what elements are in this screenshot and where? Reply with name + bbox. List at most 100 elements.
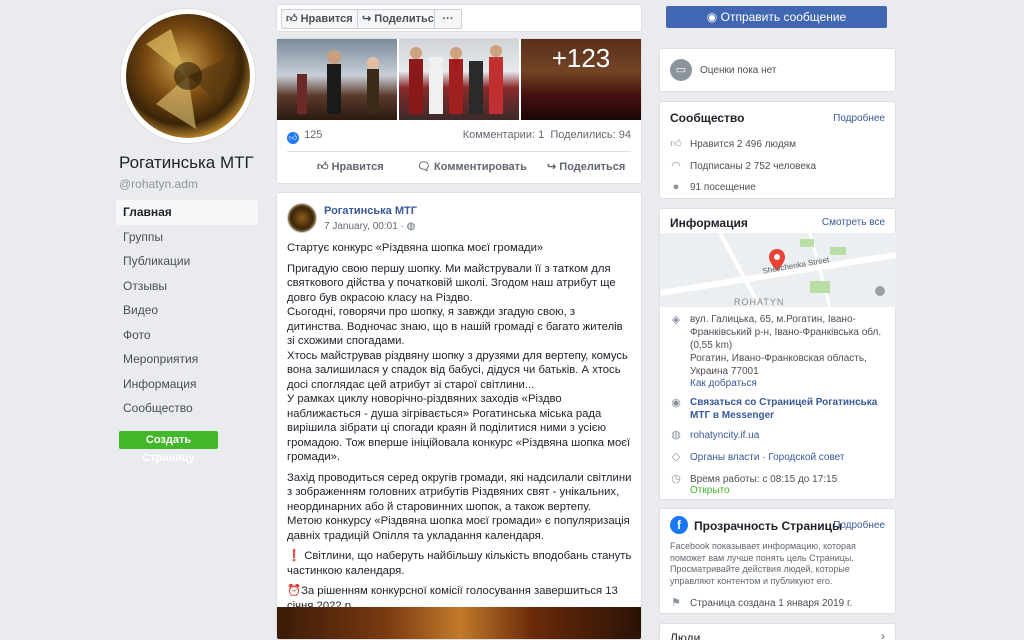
transparency-more-link[interactable]: Подробнее [833,520,885,531]
post-paragraph: Стартує конкурс «Різдвяна шопка моєї гро… [287,242,544,254]
post-paragraph: Пригадую свою першу шопку. Ми майструвал… [287,262,631,464]
location-map[interactable]: Shevchenka Street ROHATYN [660,233,896,307]
address-text: вул. Галицька, 65, м.Рогатин, Івано-Фран… [690,314,882,377]
created-row: ⚑ Страница создана 1 января 2019 г. [670,596,852,609]
checkin-icon: ● [672,181,680,193]
shares-count[interactable]: Поделились: 94 [550,129,631,141]
like-page-button[interactable]: 👍︎ Нравится [281,9,360,29]
nav-item-posts[interactable]: Публикации [116,249,258,274]
post-image[interactable] [277,607,641,639]
page-name: Рогатинська МТГ [119,153,254,172]
nav-item-groups[interactable]: Группы [116,225,258,250]
share-icon: ↪ [547,161,557,173]
comments-count[interactable]: Комментарии: 1 [463,129,545,141]
community-title: Сообщество [670,111,745,125]
like-post-label: Нравится [331,161,384,173]
share-post-button[interactable]: ↪ Поделиться [547,160,625,173]
page-nav: Главная Группы Публикации Отзывы Видео Ф… [116,200,258,421]
likes-row: 👍︎ Нравится 2 496 людям [670,137,796,150]
share-page-label: Поделиться [374,13,441,25]
facebook-icon: f [670,516,688,534]
rating-icon: ▭ [670,59,692,81]
photo-3-more[interactable]: +123 [521,39,641,120]
post-author[interactable]: Рогатинська МТГ [324,205,417,217]
nav-item-reviews[interactable]: Отзывы [116,274,258,299]
page-action-bar: 👍︎ Нравится ↪ Поделиться ··· [276,4,642,32]
flag-icon: ⚑ [671,597,681,609]
people-title: Люди [670,631,701,640]
checkins-row: ● 91 посещение [670,181,756,193]
likes-count: Нравится 2 496 людям [690,139,796,150]
post-date[interactable]: 7 January, 00:01 · ◍ [324,221,415,232]
open-status: Открыто [690,485,730,496]
post-photo-album: +123 👍︎ 125 Комментарии: 1 Поделились: 9… [276,38,642,184]
more-options-button[interactable]: ··· [434,9,462,29]
post-date-text: 7 January, 00:01 · [324,221,407,232]
reaction-summary[interactable]: 👍︎ 125 [287,129,322,144]
share-icon: ↪ [362,13,372,25]
info-card: Информация Смотреть все Shevchenka Stree… [659,208,896,500]
photo-2[interactable] [399,39,519,120]
map-town-label: ROHATYN [734,297,785,307]
messenger-row[interactable]: ◉ Связаться со Страницей Рогатинська МТГ… [670,396,890,422]
thumbs-up-icon: 👍︎ [317,161,329,173]
messenger-icon: ◉ [706,10,718,24]
post-counts: Комментарии: 1 Поделились: 94 [463,129,631,141]
info-title: Информация [670,216,748,230]
like-page-label: Нравится [300,13,353,25]
thumbs-up-icon: 👍︎ [670,138,682,150]
followers-count: Подписаны 2 752 человека [690,161,817,172]
avatar-image [126,14,250,138]
rating-label: Оценки пока нет [700,65,777,76]
send-message-button[interactable]: ◉ Отправить сообщение [666,6,887,28]
transparency-description: Facebook показывает информацию, которая … [670,541,856,586]
website-link: rohatyncity.if.ua [690,430,760,441]
post-actions: 👍︎ Нравится 🗨︎ Комментировать ↪ Поделить… [287,151,631,181]
photo-1[interactable] [277,39,397,120]
community-more-link[interactable]: Подробнее [833,113,885,124]
transparency-card: f Прозрачность Страницы Подробнее Facebo… [659,508,896,614]
clock-icon: ◷ [671,473,681,485]
tag-icon: ◇ [671,451,681,463]
community-card: Сообщество Подробнее 👍︎ Нравится 2 496 лю… [659,101,896,199]
like-reaction-icon: 👍︎ [287,132,299,144]
comment-icon: 🗨︎ [417,161,431,173]
people-card[interactable]: Люди › [659,623,896,640]
nav-item-info[interactable]: Информация [116,372,258,397]
nav-item-home[interactable]: Главная [116,200,258,225]
nav-item-community[interactable]: Сообщество [116,396,258,421]
author-avatar[interactable] [287,203,317,233]
rating-card: ▭ Оценки пока нет [659,48,896,92]
directions-link[interactable]: Как добраться [690,378,757,389]
messenger-link: Связаться со Страницей Рогатинська МТГ в… [690,397,878,421]
create-page-button[interactable]: Создать Страницу [119,431,218,464]
location-icon: ◈ [671,314,681,326]
nav-item-events[interactable]: Мероприятия [116,347,258,372]
chevron-right-icon: › [881,629,885,640]
comment-post-label: Комментировать [434,161,527,173]
send-message-label: Отправить сообщение [720,10,847,24]
hours-row: ◷ Время работы: с 08:15 до 17:15 [670,472,837,485]
thumbs-up-icon: 👍︎ [286,13,298,25]
reaction-count: 125 [304,129,323,141]
post-body: Стартує конкурс «Різдвяна шопка моєї гро… [287,241,633,619]
rss-icon: ◠ [671,160,681,172]
website-row[interactable]: ◍ rohatyncity.if.ua [670,428,759,441]
page-handle: @rohatyn.adm [119,177,198,191]
comment-post-button[interactable]: 🗨︎ Комментировать [417,160,527,173]
nav-item-photos[interactable]: Фото [116,323,258,348]
transparency-title: Прозрачность Страницы [694,519,843,533]
messenger-icon: ◉ [671,397,681,409]
post-paragraph: ❗ Світлини, що наберуть найбільшу кількі… [287,550,632,577]
info-see-all-link[interactable]: Смотреть все [822,217,885,228]
post-contest: Рогатинська МТГ 7 January, 00:01 · ◍ Ста… [276,192,642,640]
category-text[interactable]: Органы власти · Городской совет [690,452,845,463]
like-post-button[interactable]: 👍︎ Нравится [317,160,384,173]
category-row: ◇ Органы власти · Городской совет [670,450,845,463]
globe-icon: ◍ [406,221,416,232]
nav-item-videos[interactable]: Видео [116,298,258,323]
globe-icon: ◍ [671,429,681,441]
page-avatar[interactable] [120,8,256,144]
checkins-count: 91 посещение [690,182,756,193]
created-text: Страница создана 1 января 2019 г. [690,598,853,609]
